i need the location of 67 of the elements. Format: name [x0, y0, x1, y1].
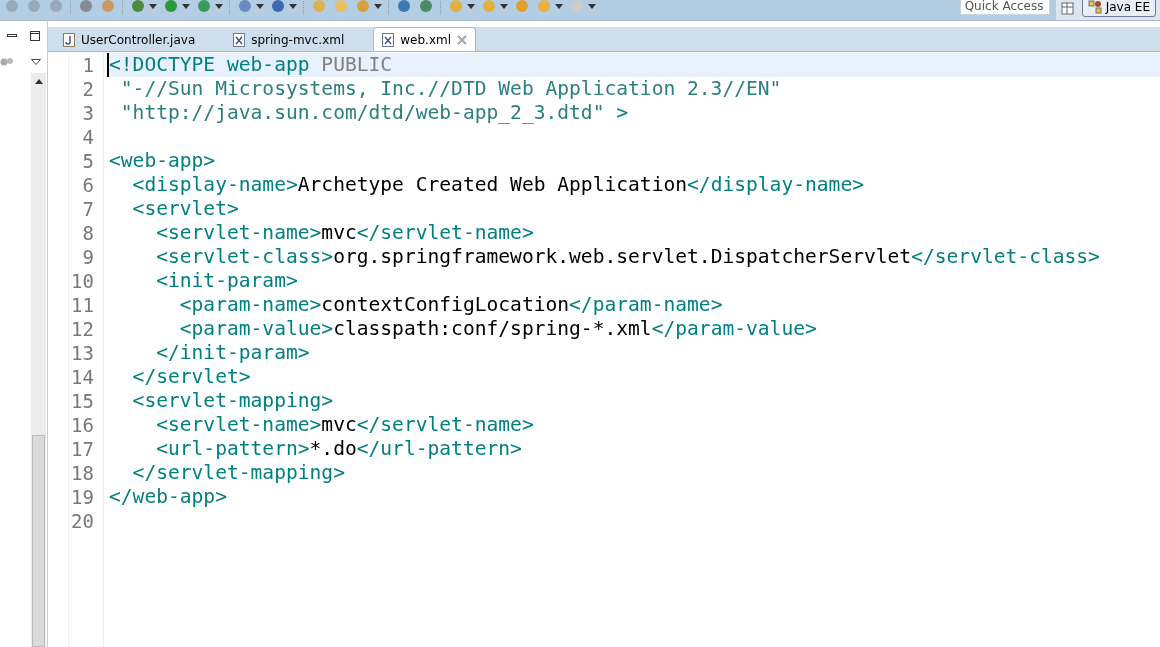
perspective-icon	[1087, 0, 1102, 14]
caret-icon[interactable]	[182, 3, 190, 9]
tab-label: spring-mvc.xml	[251, 32, 345, 47]
code-line: "-//Sun Microsystems, Inc.//DTD Web Application 2.3//EN"	[119, 77, 782, 100]
line-number: 1	[81, 53, 95, 77]
maximize-icon[interactable]	[30, 31, 41, 41]
editor-tab[interactable]: web.xml	[373, 27, 477, 51]
caret-icon[interactable]	[256, 3, 264, 9]
line-number: 6	[81, 173, 95, 197]
caret-icon[interactable]	[500, 3, 508, 9]
code-line: </init-param>	[155, 341, 310, 364]
line-number: 2	[81, 77, 95, 101]
code-line: "http://java.sun.com/dtd/web-app_2_3.dtd" >	[119, 101, 629, 124]
line-number: 3	[81, 101, 95, 125]
code-line: <servlet>	[131, 197, 239, 220]
code-line: <servlet-name>mvc</servlet-name>	[155, 413, 534, 436]
scrollbar[interactable]	[31, 73, 46, 647]
xml-file-icon	[382, 32, 395, 47]
code-line: </servlet>	[131, 365, 251, 388]
code-line: <url-pattern>*.do</url-pattern>	[155, 437, 522, 460]
caret-icon[interactable]	[289, 3, 297, 9]
close-icon[interactable]	[457, 34, 468, 45]
code-line: <param-name>contextConfigLocation</param-name>	[178, 293, 723, 316]
code-line: </servlet-mapping>	[131, 461, 345, 484]
java-ee-perspective-button[interactable]: Java EE	[1081, 0, 1156, 17]
line-number: 16	[70, 413, 95, 437]
java-file-icon	[63, 32, 75, 47]
caret-icon[interactable]	[588, 3, 596, 9]
quick-access-field[interactable]: Quick Access	[959, 0, 1050, 15]
dropdown-icon[interactable]	[31, 59, 41, 65]
line-number: 15	[70, 389, 95, 413]
code-line: <servlet-mapping>	[131, 389, 334, 412]
line-number: 9	[81, 245, 95, 269]
line-number: 13	[70, 341, 95, 365]
scrollbar-thumb[interactable]	[32, 435, 45, 647]
line-number: 20	[70, 509, 95, 533]
line-number: 18	[70, 461, 95, 485]
caret-icon[interactable]	[467, 3, 475, 9]
line-number: 4	[81, 125, 95, 149]
line-number: 14	[70, 365, 95, 389]
editor-tab[interactable]: UserController.java	[54, 27, 205, 51]
code-line: <!DOCTYPE web-app PUBLIC	[109, 53, 393, 76]
tab-label: web.xml	[400, 32, 452, 47]
line-number: 12	[70, 317, 95, 341]
line-number: 7	[81, 197, 95, 221]
caret-icon[interactable]	[215, 3, 223, 9]
scroll-up-icon[interactable]	[34, 79, 43, 84]
code-line: <web-app>	[109, 149, 216, 172]
code-line: <servlet-name>mvc</servlet-name>	[155, 221, 534, 244]
tab-label: UserController.java	[81, 32, 196, 47]
line-number: 10	[70, 269, 95, 293]
code-line: <servlet-class>org.springframework.web.servlet.DispatcherServlet</servlet-class>	[155, 245, 1100, 268]
code-line: </web-app>	[109, 485, 227, 508]
code-line: <init-param>	[155, 269, 298, 292]
line-number: 8	[81, 221, 95, 245]
line-number: 11	[70, 293, 95, 317]
line-number: 17	[70, 437, 95, 461]
open-perspective-icon[interactable]	[1059, 0, 1076, 16]
caret-icon[interactable]	[149, 3, 157, 9]
line-number: 5	[81, 149, 95, 173]
xml-file-icon	[233, 32, 246, 47]
editor-tab[interactable]: spring-mvc.xml	[224, 27, 354, 51]
caret-icon[interactable]	[374, 3, 382, 9]
line-number: 19	[70, 485, 95, 509]
code-line: <param-value>classpath:conf/spring-*.xml</param-value>	[178, 317, 817, 340]
caret-icon[interactable]	[555, 3, 563, 9]
code-line: <display-name>Archetype Created Web Application</display-name>	[131, 173, 864, 196]
